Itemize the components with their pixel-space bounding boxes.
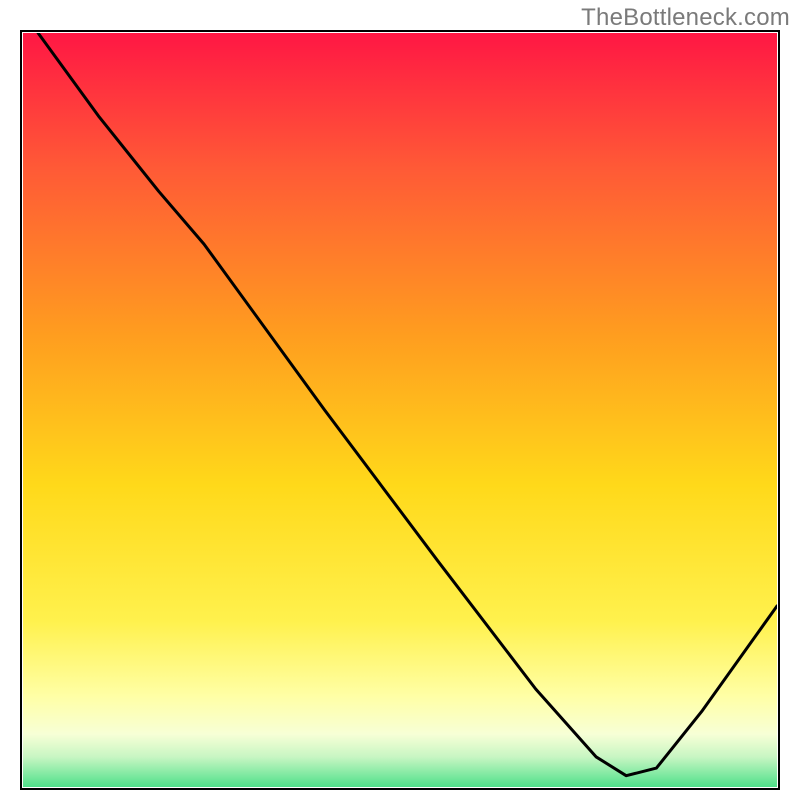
plot-border — [20, 30, 780, 790]
watermark-text: TheBottleneck.com — [581, 4, 790, 32]
chart-container — [20, 30, 780, 790]
